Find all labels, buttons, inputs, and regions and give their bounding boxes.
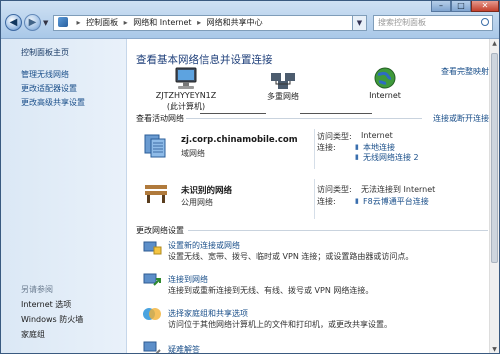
network-type-link[interactable]: 域网络 [181, 148, 205, 159]
homegroup-sharing-link[interactable]: 选择家庭组和共享选项 [168, 308, 248, 319]
sidebar-item-advanced-sharing[interactable]: 更改高级共享设置 [21, 97, 85, 108]
search-icon[interactable] [481, 18, 489, 26]
connection-icon: ▮ [355, 197, 359, 205]
page-title: 查看基本网络信息并设置连接 [136, 54, 273, 66]
internet-globe-icon [374, 67, 396, 89]
sidebar-home-link[interactable]: 控制面板主页 [21, 47, 69, 58]
computer-name-label: ZJTZHYYEYN1Z [155, 91, 217, 100]
homegroup-sharing-icon [143, 308, 161, 320]
sidebar-item-manage-wireless[interactable]: 管理无线网络 [21, 69, 69, 80]
connections-label: 连接: [317, 143, 336, 152]
connect-to-network-link[interactable]: 连接到网络 [168, 274, 208, 285]
troubleshoot-icon [143, 341, 161, 353]
address-bar[interactable]: ▸ 控制面板 ▸ 网络和 Internet ▸ 网络和共享中心 [53, 15, 353, 31]
see-also-homegroup[interactable]: 家庭组 [21, 329, 45, 340]
scroll-up-icon[interactable]: ▲ [490, 39, 499, 49]
vertical-divider [314, 179, 315, 219]
network-name: zj.corp.chinamobile.com [181, 135, 298, 145]
connect-to-network-icon [143, 273, 161, 286]
domain-network-icon [144, 134, 166, 158]
public-network-bench-icon [145, 185, 167, 203]
maximize-button[interactable]: □ [451, 1, 471, 12]
view-full-map-link[interactable]: 查看完整映射 [441, 66, 489, 77]
connection-link-wireless[interactable]: 无线网络连接 2 [363, 152, 419, 163]
task-description: 访问位于其他网络计算机上的文件和打印机，或更改共享设置。 [168, 320, 392, 329]
sidebar: 控制面板主页 管理无线网络 更改适配器设置 更改高级共享设置 另请参阅 Inte… [1, 39, 127, 353]
breadcrumb-separator-icon[interactable]: ▸ [77, 18, 81, 27]
search-placeholder: 搜索控制面板 [378, 18, 426, 27]
scrollbar-thumb[interactable] [491, 53, 498, 263]
back-arrow-icon[interactable]: ◀ [5, 14, 22, 31]
access-type-label: 访问类型: [317, 132, 352, 141]
computer-icon [175, 67, 197, 89]
vertical-divider [314, 129, 315, 169]
minimize-button[interactable]: – [431, 1, 451, 12]
this-computer-label: (此计算机) [166, 102, 206, 111]
see-also-internet-options[interactable]: Internet 选项 [21, 299, 71, 310]
new-connection-icon [143, 241, 162, 255]
vertical-scrollbar[interactable]: ▲ ▼ [489, 39, 499, 353]
internet-label: Internet [369, 91, 401, 100]
sidebar-item-adapter-settings[interactable]: 更改适配器设置 [21, 83, 77, 94]
see-also-heading: 另请参阅 [21, 285, 53, 294]
connect-disconnect-link[interactable]: 连接或断开连接 [433, 113, 489, 124]
map-connector-line [300, 113, 372, 114]
network-type-link[interactable]: 公用网络 [181, 197, 213, 208]
address-dropdown-icon[interactable]: ▼ [353, 15, 367, 31]
breadcrumb-separator-icon[interactable]: ▸ [197, 18, 201, 27]
breadcrumb-network-sharing-center[interactable]: 网络和共享中心 [207, 18, 263, 27]
breadcrumb-control-panel[interactable]: 控制面板 [86, 18, 118, 27]
multiple-networks-icon [271, 73, 295, 89]
search-input[interactable]: 搜索控制面板 [373, 15, 493, 31]
breadcrumb-network-internet[interactable]: 网络和 Internet [133, 18, 191, 27]
see-also-windows-firewall[interactable]: Windows 防火墙 [21, 314, 83, 325]
multi-network-label: 多重网络 [267, 92, 299, 101]
troubleshoot-link[interactable]: 疑难解答 [168, 344, 200, 353]
scroll-down-icon[interactable]: ▼ [490, 345, 499, 353]
section-divider [186, 118, 422, 119]
task-description: 设置无线、宽带、拨号、临时或 VPN 连接；或设置路由器或访问点。 [168, 252, 414, 261]
title-address-bar: – □ ✕ ◀ ▶ ▼ ▸ 控制面板 ▸ 网络和 Internet ▸ 网络和共… [1, 1, 499, 39]
connections-label: 连接: [317, 197, 336, 206]
main-content: 查看基本网络信息并设置连接 查看完整映射 ZJTZHYYEYN1Z (此计算机)… [128, 39, 499, 353]
access-type-label: 访问类型: [317, 185, 352, 194]
map-connector-line [200, 113, 266, 114]
network-sharing-center-window: – □ ✕ ◀ ▶ ▼ ▸ 控制面板 ▸ 网络和 Internet ▸ 网络和共… [0, 0, 500, 354]
recent-pages-dropdown-icon[interactable]: ▼ [43, 19, 51, 27]
access-type-value: 无法连接到 Internet [361, 185, 436, 194]
task-description: 连接到或重新连接到无线、有线、拨号或 VPN 网络连接。 [168, 286, 374, 295]
access-type-value: Internet [361, 131, 393, 140]
close-button[interactable]: ✕ [471, 1, 499, 12]
network-name: 未识别的网络 [181, 186, 233, 196]
wireless-signal-icon: ▮ [355, 153, 359, 161]
section-divider [188, 230, 488, 231]
wired-connection-icon: ▮ [355, 143, 359, 151]
setup-new-connection-link[interactable]: 设置新的连接或网络 [168, 240, 240, 251]
breadcrumb-separator-icon[interactable]: ▸ [124, 18, 128, 27]
change-settings-heading: 更改网络设置 [136, 226, 184, 235]
active-networks-heading: 查看活动网络 [136, 114, 184, 123]
connection-link-f8[interactable]: F8云博通平台连接 [363, 196, 429, 207]
control-panel-icon [58, 17, 68, 27]
forward-arrow-icon[interactable]: ▶ [24, 14, 41, 31]
